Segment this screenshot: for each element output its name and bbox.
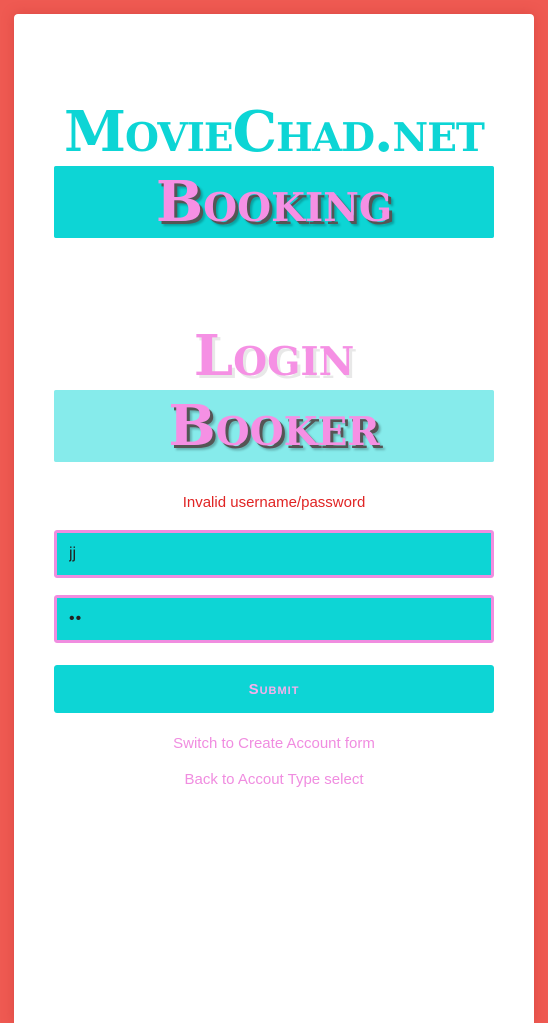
error-message: Invalid username/password: [182, 494, 366, 511]
back-to-account-type-link[interactable]: Back to Accout Type select: [54, 770, 494, 790]
create-account-link[interactable]: Switch to Create Account form: [54, 734, 494, 754]
site-title: MovieChad.net: [64, 99, 485, 165]
account-type-banner: Booker: [54, 390, 494, 462]
submit-button[interactable]: Submit: [54, 665, 494, 713]
booking-banner: Booking: [54, 166, 494, 238]
password-input[interactable]: [54, 595, 494, 643]
login-card: MovieChad.net Booking Login Booker Inval…: [14, 14, 534, 1023]
login-title: Login: [193, 323, 355, 389]
username-input[interactable]: [54, 530, 494, 578]
